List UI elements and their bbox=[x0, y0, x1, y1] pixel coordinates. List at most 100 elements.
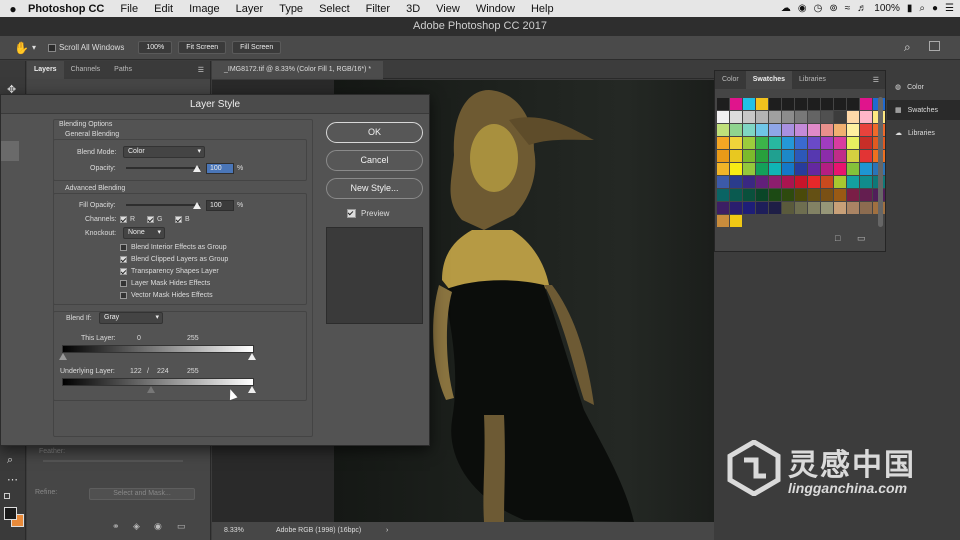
select-and-mask-button[interactable]: Select and Mask... bbox=[89, 488, 195, 500]
swatch[interactable] bbox=[730, 124, 742, 136]
swatch[interactable] bbox=[782, 150, 794, 162]
menu-3d[interactable]: 3D bbox=[398, 3, 428, 15]
vector-mask-hides-checkbox[interactable] bbox=[120, 292, 127, 299]
swatch[interactable] bbox=[860, 189, 872, 201]
underlying-split-black-knob[interactable] bbox=[147, 386, 155, 393]
swatch[interactable] bbox=[782, 176, 794, 188]
swatch[interactable] bbox=[834, 111, 846, 123]
swatch[interactable] bbox=[795, 163, 807, 175]
swatch[interactable] bbox=[769, 137, 781, 149]
menu-layer[interactable]: Layer bbox=[228, 3, 272, 15]
swatch[interactable] bbox=[730, 202, 742, 214]
swatch[interactable] bbox=[730, 111, 742, 123]
swatch[interactable] bbox=[717, 150, 729, 162]
swatch[interactable] bbox=[782, 202, 794, 214]
swatch[interactable] bbox=[730, 150, 742, 162]
swatch[interactable] bbox=[808, 202, 820, 214]
swatch[interactable] bbox=[717, 124, 729, 136]
tab-color[interactable]: Color bbox=[715, 71, 746, 89]
swatch[interactable] bbox=[717, 98, 729, 110]
eye-icon[interactable]: ◉ bbox=[798, 3, 807, 14]
swatch[interactable] bbox=[756, 189, 768, 201]
swatch[interactable] bbox=[769, 202, 781, 214]
zoom-tool-icon[interactable]: ⌕ bbox=[7, 454, 13, 467]
swatch[interactable] bbox=[769, 111, 781, 123]
this-layer-gradient[interactable] bbox=[62, 345, 254, 353]
swatch[interactable] bbox=[808, 176, 820, 188]
panel-menu-icon[interactable]: ☰ bbox=[198, 66, 204, 74]
swatch[interactable] bbox=[795, 124, 807, 136]
menu-select[interactable]: Select bbox=[311, 3, 358, 15]
swatch[interactable] bbox=[808, 111, 820, 123]
swatch[interactable] bbox=[821, 137, 833, 149]
creative-cloud-icon[interactable]: ☁ bbox=[781, 3, 791, 14]
swatch[interactable] bbox=[821, 98, 833, 110]
swatch[interactable] bbox=[756, 124, 768, 136]
more-tools-icon[interactable]: ⋯ bbox=[7, 473, 18, 486]
swatch[interactable] bbox=[756, 163, 768, 175]
this-layer-white-knob[interactable] bbox=[248, 353, 256, 360]
layer-mask-hides-checkbox[interactable] bbox=[120, 280, 127, 287]
swatch[interactable] bbox=[834, 150, 846, 162]
transparency-shapes-checkbox[interactable] bbox=[120, 268, 127, 275]
swatch[interactable] bbox=[847, 111, 859, 123]
swatch[interactable] bbox=[834, 189, 846, 201]
swatch[interactable] bbox=[834, 202, 846, 214]
swatch[interactable] bbox=[730, 215, 742, 227]
blend-if-select[interactable]: Gray bbox=[99, 312, 163, 324]
fill-opacity-slider-knob[interactable] bbox=[193, 202, 201, 209]
swatch[interactable] bbox=[795, 137, 807, 149]
swatch[interactable] bbox=[834, 163, 846, 175]
swatch[interactable] bbox=[756, 98, 768, 110]
workspace-icon[interactable] bbox=[929, 41, 940, 51]
swatch[interactable] bbox=[769, 150, 781, 162]
new-swatch-icon[interactable]: □ bbox=[835, 233, 840, 243]
menu-type[interactable]: Type bbox=[271, 3, 311, 15]
menu-help[interactable]: Help bbox=[523, 3, 562, 15]
swatch[interactable] bbox=[834, 124, 846, 136]
swatch[interactable] bbox=[808, 163, 820, 175]
swatch[interactable] bbox=[834, 137, 846, 149]
timer-icon[interactable]: ◷ bbox=[814, 3, 823, 14]
scroll-all-checkbox[interactable]: Scroll All Windows bbox=[47, 43, 124, 52]
swatch[interactable] bbox=[717, 215, 729, 227]
swatch[interactable] bbox=[743, 176, 755, 188]
menu-edit[interactable]: Edit bbox=[146, 3, 181, 15]
menu-image[interactable]: Image bbox=[181, 3, 228, 15]
swatch[interactable] bbox=[717, 137, 729, 149]
swatch[interactable] bbox=[795, 98, 807, 110]
swatch[interactable] bbox=[769, 98, 781, 110]
swatch[interactable] bbox=[808, 189, 820, 201]
new-style-button[interactable]: New Style... bbox=[326, 178, 423, 199]
swatch[interactable] bbox=[795, 150, 807, 162]
mask-icon[interactable]: ◉ bbox=[154, 521, 162, 532]
cancel-button[interactable]: Cancel bbox=[326, 150, 423, 171]
swatch[interactable] bbox=[821, 202, 833, 214]
link-icon[interactable]: ⚭ bbox=[112, 521, 120, 532]
swatch[interactable] bbox=[860, 150, 872, 162]
swatch[interactable] bbox=[795, 111, 807, 123]
swatch[interactable] bbox=[847, 137, 859, 149]
channel-r-checkbox[interactable] bbox=[120, 216, 127, 223]
swatch[interactable] bbox=[860, 202, 872, 214]
swatch[interactable] bbox=[795, 202, 807, 214]
swatch[interactable] bbox=[743, 98, 755, 110]
opacity-slider-knob[interactable] bbox=[193, 165, 201, 172]
swatch[interactable] bbox=[730, 189, 742, 201]
document-tab[interactable]: _IMG8172.tif @ 8.33% (Color Fill 1, RGB/… bbox=[212, 61, 384, 79]
app-menu[interactable]: Photoshop CC bbox=[26, 3, 112, 15]
apple-icon[interactable]: ● bbox=[0, 2, 26, 16]
swatches-scrollbar[interactable] bbox=[878, 97, 883, 227]
chevron-right-icon[interactable]: › bbox=[386, 522, 388, 540]
blend-interior-checkbox[interactable] bbox=[120, 244, 127, 251]
hand-tool-icon[interactable]: ✋ bbox=[14, 41, 29, 55]
swatch[interactable] bbox=[717, 189, 729, 201]
swatch[interactable] bbox=[821, 111, 833, 123]
swatch[interactable] bbox=[730, 163, 742, 175]
menu-filter[interactable]: Filter bbox=[358, 3, 398, 15]
spotlight-icon[interactable]: ⌕ bbox=[919, 3, 925, 14]
swatch[interactable] bbox=[782, 137, 794, 149]
swatch[interactable] bbox=[782, 189, 794, 201]
swatch[interactable] bbox=[808, 137, 820, 149]
zoom-readout[interactable]: 8.33% bbox=[224, 522, 244, 540]
